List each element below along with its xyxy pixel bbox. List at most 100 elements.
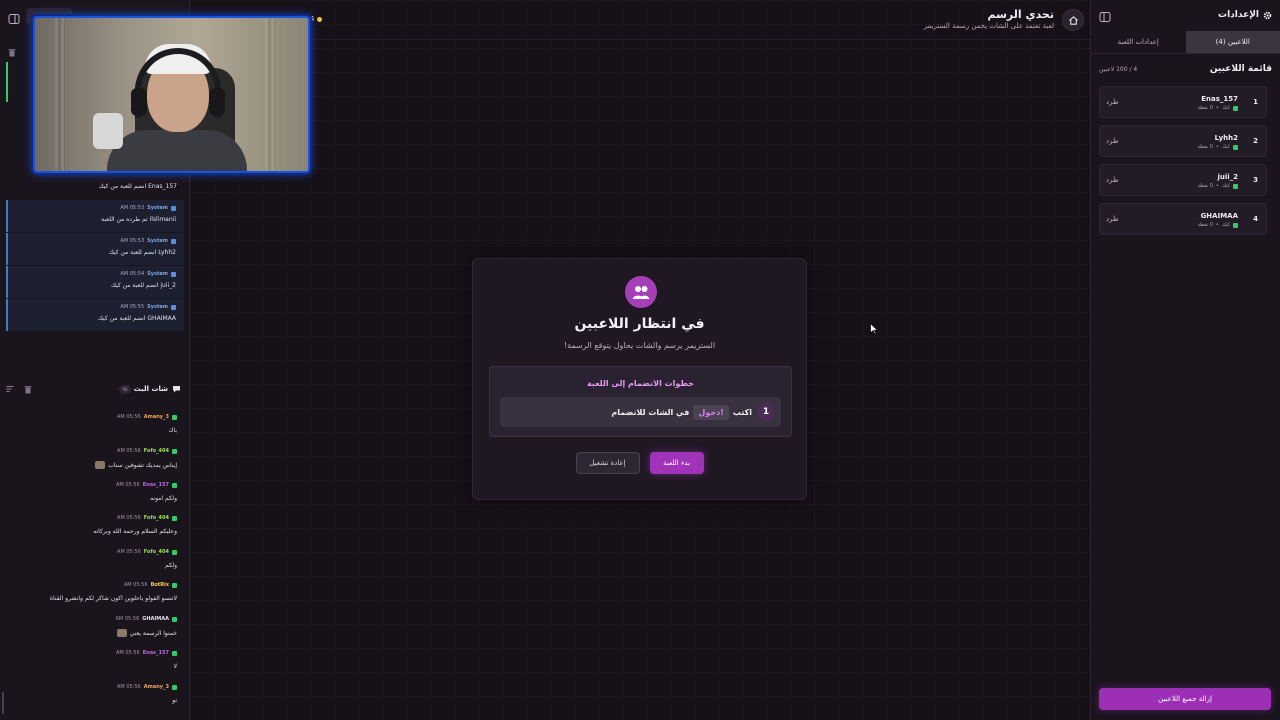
kick-player-button[interactable]: طرد bbox=[1106, 215, 1119, 223]
step-text: اكتب !دخول في الشات للانضمام bbox=[611, 404, 752, 420]
cursor-icon bbox=[870, 323, 878, 335]
chat-text: إيناس يمديك تشوفين سناب bbox=[108, 461, 177, 469]
message-time: 05:56 AM bbox=[115, 482, 140, 488]
kick-platform-icon bbox=[1233, 183, 1238, 189]
player-points: 0 نقطة bbox=[1197, 222, 1213, 228]
emote-icon bbox=[116, 629, 127, 637]
settings-collapse-button[interactable] bbox=[1099, 8, 1111, 22]
kick-player-button[interactable]: طرد bbox=[1106, 176, 1119, 184]
chat-message: Fofo_404 05:56 AM وعليكم السلام ورحمة ال… bbox=[8, 511, 181, 541]
player-list-count: 4 / 100 لاعبين bbox=[1099, 66, 1138, 73]
join-step-row: 1 اكتب !دخول في الشات للانضمام bbox=[500, 397, 781, 427]
chat-username[interactable]: Fofo_404 bbox=[144, 448, 169, 454]
clear-feed-button[interactable] bbox=[8, 42, 16, 61]
remove-all-players-button[interactable]: إزالة جميع اللاعبين bbox=[1099, 688, 1271, 710]
player-meta: كيك • 0 نقطة bbox=[1197, 222, 1238, 228]
tab-players[interactable]: اللاعبين (4) bbox=[1185, 31, 1280, 53]
headset-earcup bbox=[209, 88, 225, 116]
waiting-title: في انتظار اللاعبين bbox=[574, 316, 705, 332]
chat-text: ولكم امونه bbox=[150, 495, 177, 502]
player-meta: كيك • 0 نقطة bbox=[1197, 183, 1238, 189]
chat-text: لا bbox=[173, 663, 177, 670]
chat-message: Amany_3 05:56 AM تو bbox=[8, 680, 181, 710]
sidebar-collapse-icon bbox=[8, 14, 20, 24]
message-time: 05:56 AM bbox=[117, 549, 141, 555]
step-prefix: اكتب bbox=[732, 407, 752, 417]
chat-message-text: تو bbox=[172, 697, 177, 704]
settings-tabs: إعدادات اللعبة اللاعبين (4) bbox=[1091, 31, 1280, 54]
chat-username[interactable]: Fofo_404 bbox=[144, 549, 169, 555]
player-card: 2 Lyhh2 كيك • 0 نقطة طرد bbox=[1099, 125, 1267, 157]
step-suffix: في الشات للانضمام bbox=[611, 407, 690, 417]
page-title: تحدي الرسم bbox=[987, 8, 1054, 21]
reset-button[interactable]: إعادة تشغيل bbox=[575, 452, 640, 474]
trash-icon[interactable] bbox=[24, 385, 32, 394]
settings-title: الإعدادات bbox=[1218, 10, 1272, 20]
kick-player-button[interactable]: طرد bbox=[1106, 137, 1119, 145]
player-rank: 4 bbox=[1253, 215, 1258, 223]
chat-message-text: وعليكم السلام ورحمة الله وبركاته bbox=[93, 528, 177, 535]
kick-platform-icon bbox=[172, 582, 177, 588]
background-curtain bbox=[265, 18, 275, 171]
trash-icon bbox=[8, 49, 16, 57]
kick-platform-icon bbox=[172, 448, 177, 454]
player-count-indicator: 4 bbox=[310, 15, 323, 23]
chat-message: Fofo_404 05:56 AM إيناس يمديك تشوفين سنا… bbox=[8, 444, 181, 474]
chat-message-text: خمنوا الرسمة يعني bbox=[116, 629, 177, 637]
game-title-block: تحدي الرسم لعبة تعتمد على الشات يخمن رسم… bbox=[924, 8, 1054, 30]
message-time: 05:56 AM bbox=[116, 684, 141, 690]
message-time: 05:55 AM bbox=[120, 304, 145, 310]
message-time: 05:53 AM bbox=[120, 205, 145, 211]
chat-title: شات البث bbox=[134, 385, 181, 393]
shield-icon bbox=[171, 205, 176, 211]
left-collapse-button[interactable] bbox=[8, 10, 20, 24]
chat-username[interactable]: Enas_157 bbox=[143, 482, 169, 488]
chat-text: باك bbox=[168, 427, 177, 434]
kick-platform-icon bbox=[1233, 105, 1238, 111]
player-points: 0 نقطة bbox=[1197, 105, 1213, 111]
player-card: 1 Enas_157 كيك • 0 نقطة طرد bbox=[1099, 86, 1267, 118]
live-chat-header: 96 شات البث bbox=[0, 380, 189, 400]
shield-icon bbox=[171, 304, 176, 310]
message-time: 05:56 AM bbox=[117, 448, 141, 454]
top-bar: 4 تحدي الرسم لعبة تعتمد على الشات يخمن ر… bbox=[190, 0, 1090, 40]
status-dot bbox=[317, 16, 323, 22]
player-points: 0 نقطة bbox=[1197, 183, 1213, 189]
step-number: 1 bbox=[757, 403, 775, 421]
chat-username[interactable]: BotRix bbox=[151, 582, 169, 588]
chat-username[interactable]: GHAIMAA bbox=[142, 616, 169, 622]
player-name: GHAIMAA bbox=[1200, 212, 1238, 220]
system-message-text: GHAIMAA انضم للعبة من كيك bbox=[98, 315, 176, 322]
player-card: 4 GHAIMAA كيك • 0 نقطة طرد bbox=[1099, 203, 1267, 235]
home-icon bbox=[1068, 15, 1078, 25]
chat-message: Fofo_404 05:56 AM ولكم bbox=[8, 545, 181, 575]
home-button[interactable] bbox=[1062, 9, 1084, 31]
tab-game-settings[interactable]: إعدادات اللعبة bbox=[1091, 31, 1186, 53]
system-author: System bbox=[147, 205, 168, 211]
system-author: System bbox=[147, 304, 168, 310]
system-message: System 05:55 AM GHAIMAA انضم للعبة من كي… bbox=[6, 299, 184, 331]
player-platform: كيك bbox=[1221, 183, 1230, 189]
emote-icon bbox=[95, 461, 106, 469]
player-platform: كيك bbox=[1221, 105, 1230, 111]
chat-username[interactable]: Amany_3 bbox=[144, 414, 169, 420]
chat-username[interactable]: Fofo_404 bbox=[144, 515, 169, 521]
chat-username[interactable]: Enas_157 bbox=[143, 650, 169, 656]
settings-panel: الإعدادات إعدادات اللعبة اللاعبين (4) 4 … bbox=[1090, 0, 1280, 720]
kick-player-button[interactable]: طرد bbox=[1106, 98, 1119, 106]
chat-message-text: لا bbox=[174, 663, 177, 670]
system-message-text: Enas_157 انضم للعبة من كيك bbox=[98, 183, 177, 190]
chat-scrollbar[interactable] bbox=[2, 692, 4, 714]
start-game-button[interactable]: بدء اللعبة bbox=[649, 452, 704, 474]
player-meta: كيك • 0 نقطة bbox=[1197, 105, 1238, 111]
gear-icon bbox=[1263, 11, 1272, 19]
chat-message-text: لاتنسو الفولو ياحلوين اكون شاكر لكم وانش… bbox=[50, 595, 177, 602]
list-filter-icon[interactable] bbox=[6, 385, 14, 393]
chat-message-text: إيناس يمديك تشوفين سناب bbox=[95, 461, 177, 469]
kick-platform-icon bbox=[172, 616, 177, 622]
settings-title-text: الإعدادات bbox=[1218, 10, 1259, 20]
system-message-text: ilslimanii تم طرده من اللعبة bbox=[101, 216, 176, 223]
chat-username[interactable]: Amany_3 bbox=[144, 684, 169, 690]
shield-icon bbox=[171, 238, 176, 244]
player-rank: 2 bbox=[1253, 137, 1258, 145]
